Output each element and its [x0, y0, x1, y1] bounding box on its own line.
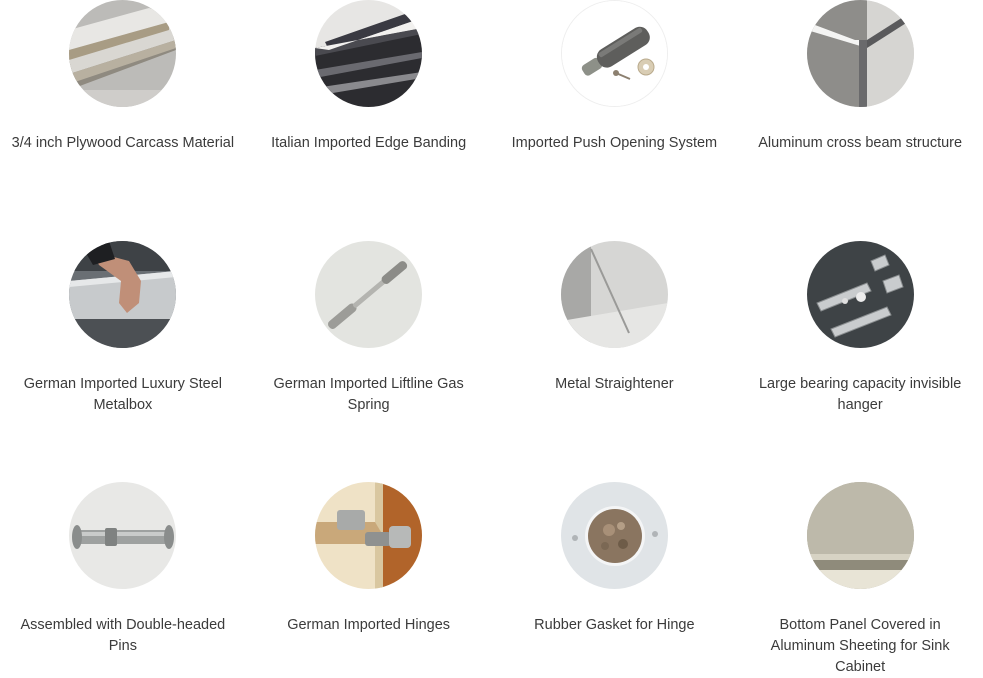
feature-grid: 3/4 inch Plywood Carcass Material Italia… [0, 0, 983, 675]
aluminum-bottom-panel-icon [806, 482, 914, 589]
feature-item: Metal Straightener [492, 241, 738, 482]
straightener-icon [560, 241, 668, 348]
rubber-gasket-icon [560, 482, 668, 589]
feature-label: German Imported Liftline Gas Spring [273, 376, 464, 413]
push-opener-icon [560, 0, 668, 107]
feature-item: Assembled with Double-headed Pins [0, 482, 246, 672]
feature-item: Large bearing capacity invisible hanger [737, 241, 983, 482]
plywood-icon [69, 0, 177, 107]
double-pin-icon [69, 482, 177, 589]
feature-item: German Imported Luxury Steel Metalbox [0, 241, 246, 482]
edge-banding-icon [315, 0, 423, 107]
hanger-icon [806, 241, 914, 348]
metalbox-drawer-icon [69, 241, 177, 348]
feature-item: German Imported Hinges [246, 482, 492, 672]
feature-label: German Imported Luxury Steel Metalbox [23, 376, 222, 413]
feature-label: Metal Straightener [555, 376, 674, 392]
feature-label: Italian Imported Edge Banding [271, 135, 467, 151]
feature-item: Bottom Panel Covered in Aluminum Sheetin… [737, 482, 983, 675]
feature-item: Aluminum cross beam structure [737, 0, 983, 241]
feature-label: Bottom Panel Covered in Aluminum Sheetin… [770, 617, 950, 675]
feature-label: Imported Push Opening System [511, 135, 718, 151]
feature-label: Rubber Gasket for Hinge [534, 617, 695, 633]
feature-label: Large bearing capacity invisible hanger [758, 376, 962, 413]
gas-spring-icon [315, 241, 423, 348]
feature-item: German Imported Liftline Gas Spring [246, 241, 492, 482]
feature-item: Rubber Gasket for Hinge [492, 482, 738, 672]
cross-beam-icon [806, 0, 914, 107]
hinge-icon [315, 482, 423, 589]
feature-item: Italian Imported Edge Banding [246, 0, 492, 241]
feature-label: German Imported Hinges [287, 617, 451, 633]
feature-item: 3/4 inch Plywood Carcass Material [0, 0, 246, 241]
feature-label: 3/4 inch Plywood Carcass Material [11, 135, 235, 151]
feature-label: Aluminum cross beam structure [758, 135, 963, 151]
feature-item: Imported Push Opening System [492, 0, 738, 241]
feature-label: Assembled with Double-headed Pins [20, 617, 226, 654]
